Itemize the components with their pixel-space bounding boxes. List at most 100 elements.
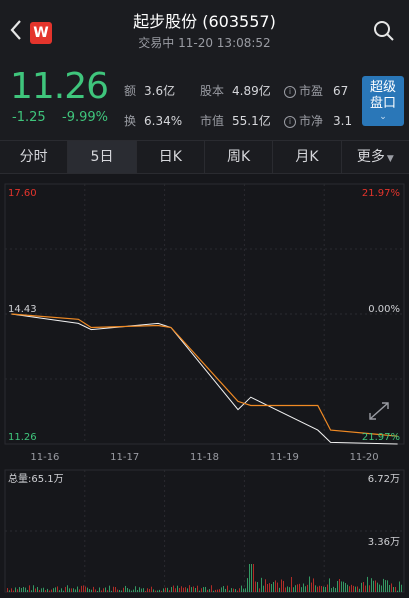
volume-bar bbox=[295, 585, 296, 592]
volume-bar bbox=[237, 590, 238, 592]
volume-bar bbox=[373, 580, 374, 592]
volume-bar bbox=[45, 590, 46, 592]
price-change: -1.25 bbox=[12, 110, 46, 125]
tab-daily-k[interactable]: 日K bbox=[137, 141, 205, 173]
volume-bar bbox=[65, 586, 66, 592]
tab-intraday[interactable]: 分时 bbox=[0, 141, 69, 173]
search-icon[interactable] bbox=[373, 20, 395, 42]
price-lines bbox=[11, 313, 398, 445]
volume-bar bbox=[63, 590, 64, 592]
volume-bar bbox=[239, 588, 240, 592]
volume-bar bbox=[103, 588, 104, 592]
volume-bar bbox=[359, 588, 360, 592]
volume-bar bbox=[77, 586, 78, 592]
volume-total-label: 总量:65.1万 bbox=[8, 472, 64, 485]
volume-bar bbox=[157, 590, 158, 592]
volume-bar bbox=[273, 581, 274, 592]
expand-icon[interactable] bbox=[369, 402, 389, 420]
volume-bar bbox=[9, 590, 10, 592]
volume-bar bbox=[149, 588, 150, 592]
volume-bar bbox=[375, 580, 376, 592]
volume-bar bbox=[299, 583, 300, 592]
volume-bar bbox=[353, 585, 354, 592]
volume-bar bbox=[21, 588, 22, 592]
stat-label: 换 bbox=[124, 114, 137, 128]
volume-bar bbox=[265, 579, 266, 592]
tab-monthly-k[interactable]: 月K bbox=[273, 141, 342, 173]
volume-bar bbox=[303, 583, 304, 592]
super-button-line2: 盘口 bbox=[369, 96, 396, 111]
volume-bar bbox=[277, 582, 278, 592]
volume-bar bbox=[111, 590, 112, 592]
x-axis-label: 11-18 bbox=[190, 452, 219, 463]
tab-5day[interactable]: 5日 bbox=[68, 141, 137, 173]
volume-bar bbox=[15, 587, 16, 592]
volume-bar bbox=[71, 588, 72, 592]
volume-bar bbox=[155, 590, 156, 592]
trading-status: 交易中 11-20 13:08:52 bbox=[138, 36, 271, 50]
volume-bar bbox=[331, 588, 332, 592]
volume-bar bbox=[305, 586, 306, 592]
stat-pe[interactable]: i 市盈 67 bbox=[284, 82, 348, 99]
x-axis-label: 11-17 bbox=[110, 452, 139, 463]
volume-bar bbox=[29, 585, 30, 592]
volume-bar bbox=[37, 586, 38, 592]
volume-bar bbox=[297, 584, 298, 592]
volume-bar bbox=[311, 582, 312, 592]
quote-panel: 11.26 -1.25 -9.99% 额 3.6亿 股本 4.89亿 i 市盈 67 换… bbox=[0, 60, 409, 140]
volume-bar bbox=[357, 586, 358, 592]
volume-bar bbox=[337, 580, 338, 592]
volume-bar bbox=[361, 582, 362, 592]
volume-bar bbox=[339, 578, 340, 592]
current-price: 11.26 bbox=[10, 66, 109, 107]
tab-more[interactable]: 更多 ▼ bbox=[342, 141, 409, 173]
volume-bar bbox=[261, 577, 262, 592]
tab-weekly-k[interactable]: 周K bbox=[205, 141, 274, 173]
volume-bar bbox=[257, 582, 258, 592]
tab-more-label: 更多 bbox=[356, 149, 385, 165]
volume-bar bbox=[221, 587, 222, 592]
stat-value: 4.89亿 bbox=[232, 84, 271, 98]
volume-bar bbox=[355, 586, 356, 592]
volume-bar bbox=[229, 590, 230, 592]
volume-bar bbox=[173, 585, 174, 592]
stat-pb[interactable]: i 市净 3.1 bbox=[284, 112, 352, 129]
super-order-book-button[interactable]: 超级 盘口 ⌄ bbox=[362, 76, 404, 126]
volume-bar bbox=[385, 580, 386, 592]
volume-bar bbox=[147, 588, 148, 592]
volume-bar bbox=[83, 585, 84, 592]
volume-bar bbox=[39, 589, 40, 592]
volume-bar bbox=[231, 588, 232, 592]
volume-bar bbox=[143, 588, 144, 592]
volume-bar bbox=[197, 585, 198, 592]
volume-bar bbox=[209, 589, 210, 592]
volume-bar bbox=[185, 587, 186, 592]
volume-bar bbox=[91, 589, 92, 592]
stat-turnover: 换 6.34% bbox=[124, 112, 182, 129]
volume-bar bbox=[191, 587, 192, 592]
info-icon: i bbox=[284, 116, 296, 128]
volume-bar bbox=[301, 587, 302, 592]
volume-bar bbox=[207, 589, 208, 592]
volume-bar bbox=[217, 589, 218, 592]
volume-bar bbox=[125, 585, 126, 592]
volume-bar bbox=[127, 588, 128, 592]
volume-bar bbox=[329, 578, 330, 592]
volume-bar bbox=[187, 588, 188, 592]
volume-bar bbox=[27, 589, 28, 592]
volume-bar bbox=[219, 589, 220, 592]
five-day-chart[interactable]: 17.60 14.43 11.26 21.97% 0.00% 21.97% 11-16 11-… bbox=[0, 178, 409, 598]
volume-bar bbox=[271, 584, 272, 592]
volume-bar bbox=[85, 586, 86, 592]
volume-bar bbox=[351, 584, 352, 592]
volume-bar bbox=[381, 585, 382, 592]
volume-bar bbox=[113, 586, 114, 592]
volume-bar bbox=[87, 587, 88, 592]
volume-bar bbox=[379, 584, 380, 592]
volume-bar bbox=[49, 590, 50, 592]
volume-bar bbox=[193, 586, 194, 592]
stat-label: 市净 bbox=[299, 114, 324, 128]
volume-bar bbox=[293, 587, 294, 592]
volume-bar bbox=[61, 588, 62, 592]
volume-bar bbox=[67, 585, 68, 592]
